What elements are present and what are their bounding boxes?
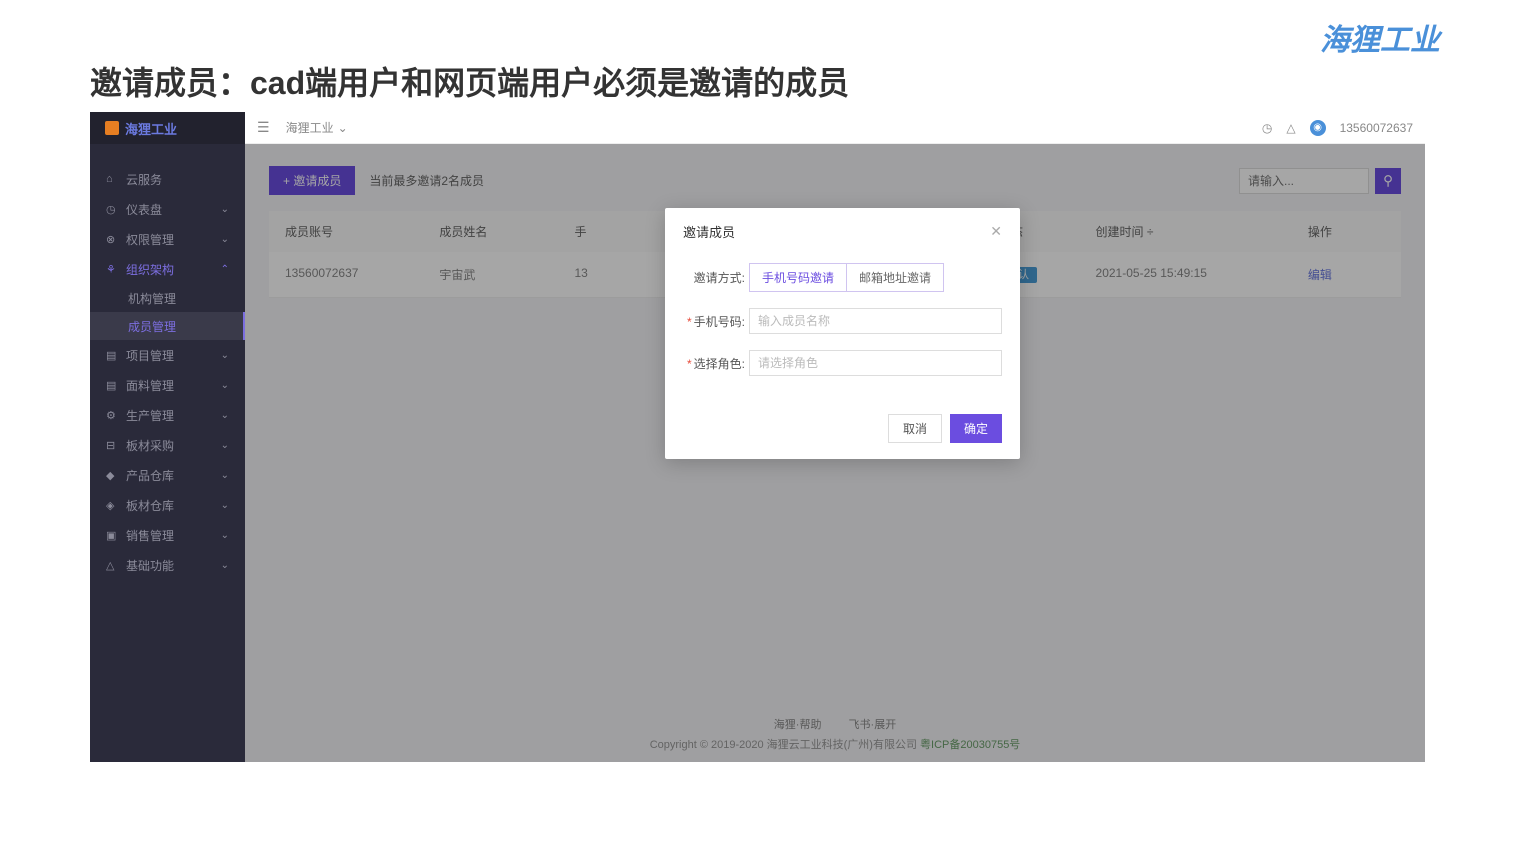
sidebar-sub-member-manage[interactable]: 成员管理: [90, 312, 245, 340]
breadcrumb[interactable]: 海狸工业⌄: [286, 119, 348, 136]
sidebar-item-product-warehouse[interactable]: ◆产品仓库⌄: [90, 460, 245, 490]
sidebar-sub-org-manage[interactable]: 机构管理: [90, 284, 245, 312]
sidebar-item-purchase[interactable]: ⊟板材采购⌄: [90, 430, 245, 460]
clock-icon[interactable]: ◷: [1262, 121, 1272, 135]
avatar[interactable]: ◉: [1310, 120, 1326, 136]
dashboard-icon: ◷: [106, 203, 118, 216]
material-icon: ▤: [106, 379, 118, 392]
sales-icon: ▣: [106, 529, 118, 542]
sidebar-item-basic[interactable]: △基础功能⌄: [90, 550, 245, 580]
sidebar-item-project[interactable]: ▤项目管理⌄: [90, 340, 245, 370]
sidebar-item-permission[interactable]: ⊗权限管理⌄: [90, 224, 245, 254]
production-icon: ⚙: [106, 409, 118, 422]
sidebar-item-sales[interactable]: ▣销售管理⌄: [90, 520, 245, 550]
sidebar-item-dashboard[interactable]: ◷仪表盘⌄: [90, 194, 245, 224]
brand-logo: 海狸工业: [1320, 15, 1440, 59]
invite-method-group: 手机号码邀请 邮箱地址邀请: [749, 263, 944, 292]
permission-icon: ⊗: [106, 233, 118, 246]
modal-header: 邀请成员 ✕: [665, 208, 1020, 255]
bell-icon[interactable]: △: [1286, 121, 1295, 135]
project-icon: ▤: [106, 349, 118, 362]
sidebar-item-production[interactable]: ⚙生产管理⌄: [90, 400, 245, 430]
close-icon[interactable]: ✕: [990, 223, 1002, 240]
invite-modal: 邀请成员 ✕ 邀请方式: 手机号码邀请 邮箱地址邀请 *手机号码: *选择角色:…: [665, 208, 1020, 459]
sidebar-item-cloud[interactable]: ⌂云服务: [90, 164, 245, 194]
sidebar-item-board-warehouse[interactable]: ◈板材仓库⌄: [90, 490, 245, 520]
header-right: ◷ △ ◉ 13560072637: [1262, 120, 1413, 136]
user-phone[interactable]: 13560072637: [1340, 121, 1413, 135]
app-frame: 海狸工业 ☰ 海狸工业⌄ ◷ △ ◉ 13560072637 ⌂云服务 ◷仪表盘…: [90, 112, 1425, 762]
board-icon: ◈: [106, 499, 118, 512]
phone-input[interactable]: [749, 308, 1002, 334]
role-label: *选择角色:: [683, 355, 745, 372]
sidebar-item-material[interactable]: ▤面料管理⌄: [90, 370, 245, 400]
app-logo[interactable]: 海狸工业: [90, 112, 245, 144]
modal-title: 邀请成员: [683, 222, 735, 241]
org-icon: ⚘: [106, 263, 118, 276]
slide-title: 邀请成员：cad端用户和网页端用户必须是邀请的成员: [90, 58, 849, 104]
logo-icon: [105, 121, 119, 135]
phone-label: *手机号码:: [683, 313, 745, 330]
basic-icon: △: [106, 559, 118, 572]
method-phone-option[interactable]: 手机号码邀请: [750, 264, 847, 291]
logo-text: 海狸工业: [125, 119, 177, 138]
sidebar-item-organization[interactable]: ⚘组织架构⌃: [90, 254, 245, 284]
warehouse-icon: ◆: [106, 469, 118, 482]
purchase-icon: ⊟: [106, 439, 118, 452]
home-icon: ⌂: [106, 173, 118, 185]
method-email-option[interactable]: 邮箱地址邀请: [847, 264, 943, 291]
sidebar: ⌂云服务 ◷仪表盘⌄ ⊗权限管理⌄ ⚘组织架构⌃ 机构管理 成员管理 ▤项目管理…: [90, 144, 245, 762]
cancel-button[interactable]: 取消: [888, 414, 942, 443]
method-label: 邀请方式:: [683, 269, 745, 286]
role-select[interactable]: [749, 350, 1002, 376]
confirm-button[interactable]: 确定: [950, 414, 1002, 443]
menu-toggle-icon[interactable]: ☰: [257, 119, 270, 136]
top-header: ☰ 海狸工业⌄ ◷ △ ◉ 13560072637: [245, 112, 1425, 144]
